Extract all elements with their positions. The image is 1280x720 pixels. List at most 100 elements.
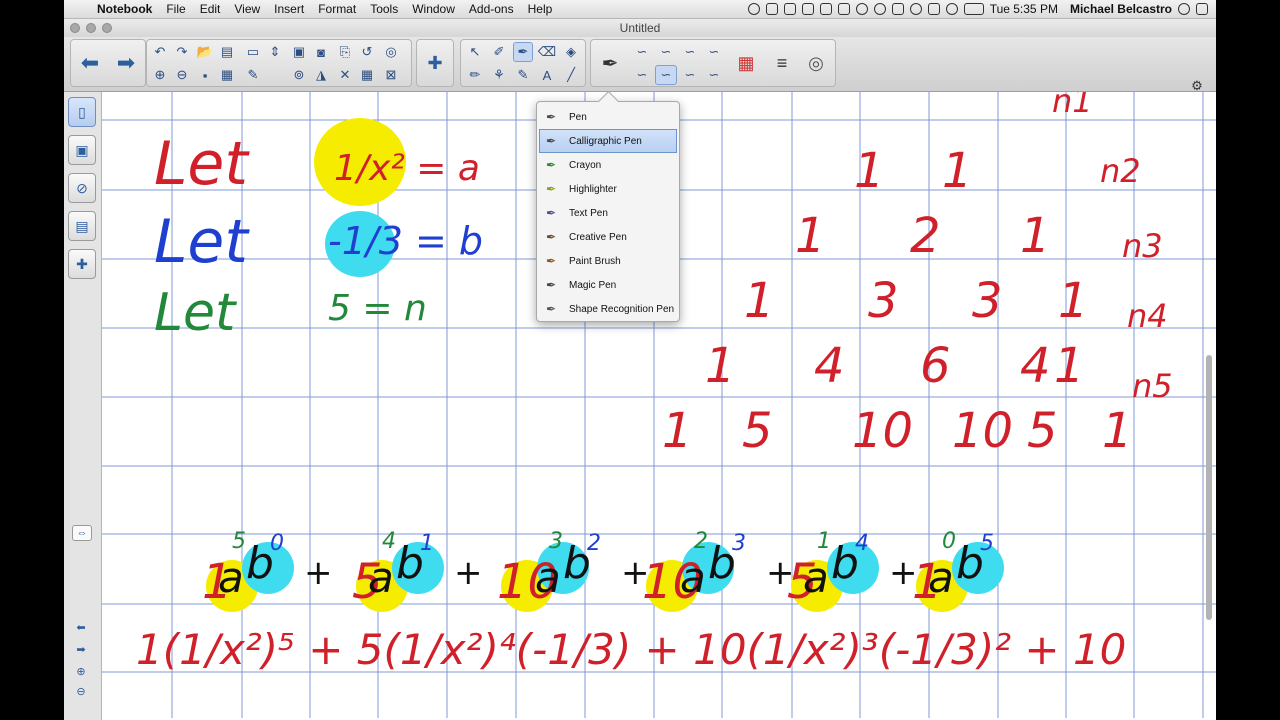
image-icon[interactable]: ◮: [311, 65, 331, 85]
line-width-icon[interactable]: ≡: [767, 41, 797, 85]
pen-menu-item-shape-recognition-pen[interactable]: ✒ Shape Recognition Pen: [537, 297, 679, 321]
page-add-icon[interactable]: ⊕: [72, 664, 90, 678]
add-page-icon[interactable]: ⊕: [150, 65, 170, 85]
magic-pen-tool-icon[interactable]: ⚘: [489, 65, 509, 85]
properties-icon[interactable]: ▤: [68, 211, 96, 241]
zoom-window-button[interactable]: [102, 23, 112, 33]
menu-help[interactable]: Help: [521, 2, 560, 16]
previous-page-arrow-icon[interactable]: ⬅: [75, 41, 105, 85]
menu-window[interactable]: Window: [405, 2, 462, 16]
b-app-icon[interactable]: [765, 3, 778, 15]
next-page-arrow-icon[interactable]: ➡: [111, 41, 141, 85]
menu-tools[interactable]: Tools: [363, 2, 405, 16]
display-icon[interactable]: ▣: [289, 42, 309, 62]
screen-shade-icon[interactable]: ▭: [243, 42, 263, 62]
fill-icon[interactable]: ◈: [561, 42, 581, 62]
collapse-sidebar-icon[interactable]: ⇔: [72, 525, 92, 541]
line-style-5-icon[interactable]: ∽: [631, 65, 653, 85]
wifi-icon[interactable]: [945, 3, 958, 15]
airplay-icon[interactable]: [891, 3, 904, 15]
pen-menu-item-calligraphic-pen[interactable]: ✒ Calligraphic Pen: [539, 129, 677, 153]
pen-menu-item-text-pen[interactable]: ✒ Text Pen: [537, 201, 679, 225]
time-machine-icon[interactable]: [909, 3, 922, 15]
pen-menu-item-highlighter[interactable]: ✒ Highlighter: [537, 177, 679, 201]
user-name[interactable]: Michael Belcastro: [1070, 2, 1172, 16]
creative-pen-tool-icon[interactable]: ✏: [465, 65, 485, 85]
paste-icon[interactable]: ▤: [217, 42, 237, 62]
pen-type-dropdown-icon[interactable]: ✒: [595, 41, 625, 85]
pen-menu-item-pen[interactable]: ✒ Pen: [537, 105, 679, 129]
addons-tab-icon[interactable]: ✚: [68, 249, 96, 279]
close-window-button[interactable]: [70, 23, 80, 33]
page-sorter-icon[interactable]: ▯: [68, 97, 96, 127]
pen-menu-item-magic-pen[interactable]: ✒ Magic Pen: [537, 273, 679, 297]
drive-icon[interactable]: [783, 3, 796, 15]
addons-puzzle-icon[interactable]: ✚: [420, 41, 450, 85]
undo-icon[interactable]: ↶: [150, 42, 170, 62]
line-style-4-icon[interactable]: ∽: [703, 42, 725, 62]
document-camera-icon[interactable]: ◙: [311, 42, 331, 62]
table-icon[interactable]: ▦: [357, 65, 377, 85]
pen-menu-item-crayon[interactable]: ✒ Crayon: [537, 153, 679, 177]
full-screen-icon[interactable]: ⇕: [265, 42, 285, 62]
line-style-2-icon[interactable]: ∽: [655, 42, 677, 62]
fill-effects-icon[interactable]: ◎: [801, 41, 831, 85]
bluetooth-icon[interactable]: [927, 3, 940, 15]
link-icon[interactable]: ⊚: [289, 65, 309, 85]
line-style-6-icon[interactable]: ∽: [655, 65, 677, 85]
pen-menu-item-paint-brush[interactable]: ✒ Paint Brush: [537, 249, 679, 273]
help-circle-icon[interactable]: [873, 3, 886, 15]
battery-icon[interactable]: [963, 3, 984, 15]
pascal-number: 1: [1020, 208, 1051, 264]
highlighter-tool-icon[interactable]: ✎: [513, 65, 533, 85]
app-status-icon[interactable]: [819, 3, 832, 15]
line-tool-icon[interactable]: ╱: [561, 65, 581, 85]
pens-icon[interactable]: ✐: [489, 42, 509, 62]
capture-icon[interactable]: ↺: [357, 42, 377, 62]
prev-arrow-icon[interactable]: ⬅: [72, 620, 90, 634]
color-palette-icon[interactable]: ▦: [731, 41, 761, 85]
redo-icon[interactable]: ↷: [172, 42, 192, 62]
spotlight-icon[interactable]: [1178, 3, 1190, 15]
delete-page-icon[interactable]: ⊖: [172, 65, 192, 85]
dropbox-icon[interactable]: [801, 3, 814, 15]
delete-icon[interactable]: ✕: [335, 65, 355, 85]
text-tool-icon[interactable]: A: [537, 65, 557, 85]
notification-center-icon[interactable]: [1196, 3, 1208, 15]
timer-icon[interactable]: [855, 3, 868, 15]
record-icon[interactable]: [747, 3, 760, 15]
share-icon[interactable]: ⎘: [335, 42, 355, 62]
line-style-3-icon[interactable]: ∽: [679, 42, 701, 62]
select-arrow-icon[interactable]: ↖: [465, 42, 485, 62]
menu-format[interactable]: Format: [311, 2, 363, 16]
pen-tool-icon[interactable]: ✒: [513, 42, 533, 62]
magic-wand-icon[interactable]: ✎: [243, 65, 263, 85]
row-label: n2: [1100, 152, 1141, 190]
line-style-1-icon[interactable]: ∽: [631, 42, 653, 62]
pen-menu-item-creative-pen[interactable]: ✒ Creative Pen: [537, 225, 679, 249]
menu-addons[interactable]: Add-ons: [462, 2, 521, 16]
page-delete-icon[interactable]: ⊖: [72, 684, 90, 698]
menu-insert[interactable]: Insert: [267, 2, 311, 16]
menu-file[interactable]: File: [159, 2, 192, 16]
minimize-window-button[interactable]: [86, 23, 96, 33]
gallery-icon[interactable]: ▣: [68, 135, 96, 165]
menu-edit[interactable]: Edit: [193, 2, 228, 16]
calligraphic-pen-icon: ✒: [545, 134, 557, 148]
save-icon[interactable]: ▪: [195, 65, 215, 85]
vertical-scrollbar[interactable]: [1206, 355, 1212, 620]
menu-view[interactable]: View: [227, 2, 267, 16]
menu-app-name[interactable]: Notebook: [90, 2, 159, 16]
screen-capture-icon[interactable]: [837, 3, 850, 15]
line-style-7-icon[interactable]: ∽: [679, 65, 701, 85]
screen-capture-tool-icon[interactable]: ▦: [217, 65, 237, 85]
close-box-icon[interactable]: ⊠: [381, 65, 401, 85]
window-title: Untitled: [619, 21, 661, 35]
next-arrow-icon[interactable]: ➡: [72, 642, 90, 656]
eraser-icon[interactable]: ⌫: [537, 42, 557, 62]
attachments-icon[interactable]: ⊘: [68, 173, 96, 203]
clock[interactable]: Tue 5:35 PM: [990, 2, 1058, 16]
response-icon[interactable]: ◎: [381, 42, 401, 62]
line-style-8-icon[interactable]: ∽: [703, 65, 725, 85]
open-file-icon[interactable]: 📂: [195, 42, 215, 62]
